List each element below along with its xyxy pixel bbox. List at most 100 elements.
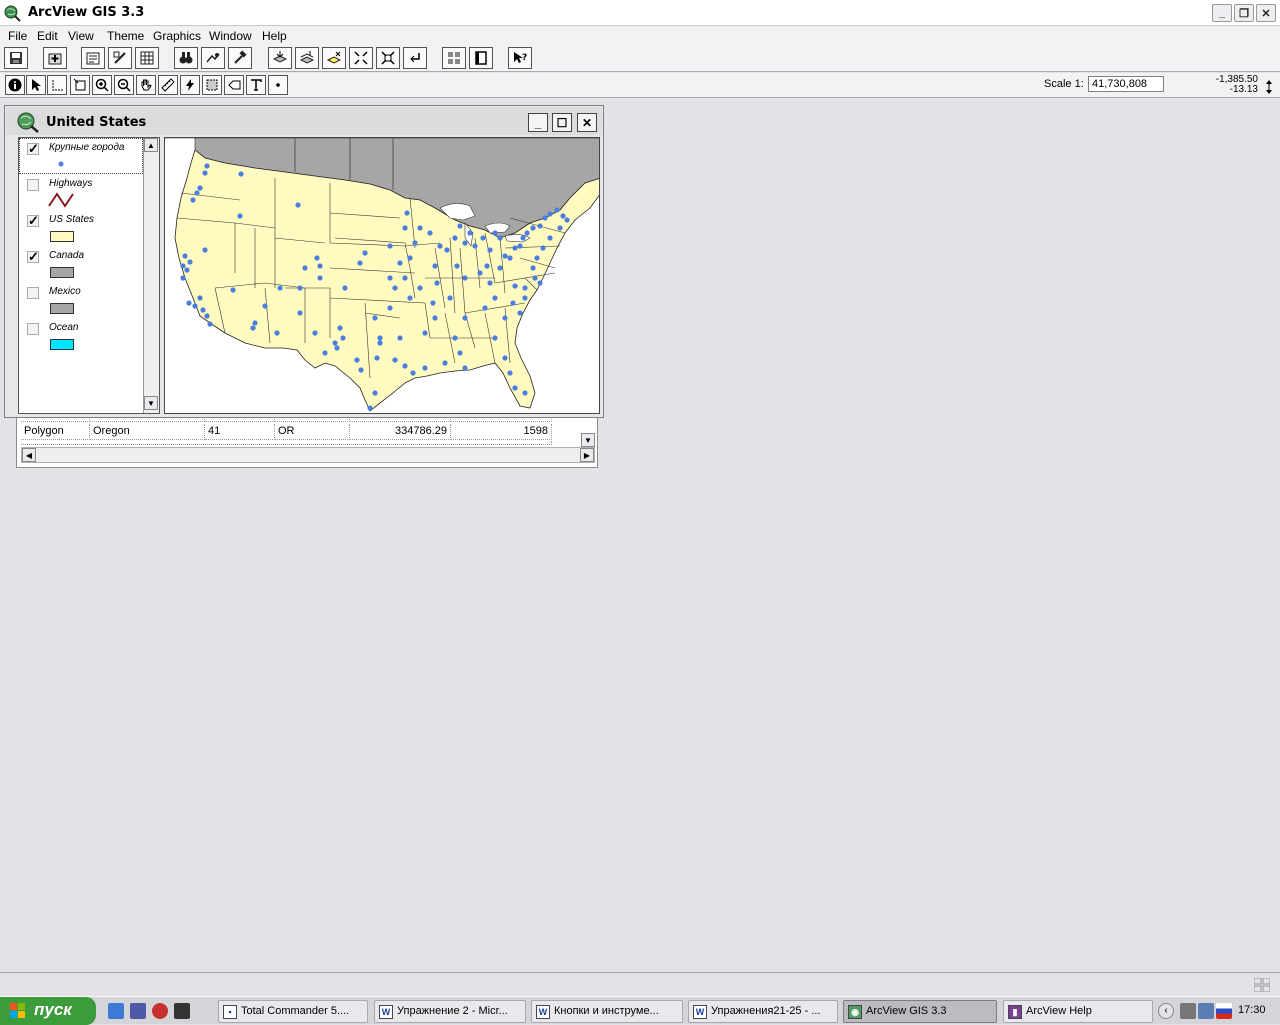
task-total-commander[interactable]: ▪ Total Commander 5....	[218, 1000, 368, 1023]
select-feature-tool[interactable]	[70, 75, 90, 95]
menu-file[interactable]: File	[8, 29, 27, 43]
clear-selection-button[interactable]	[469, 47, 493, 69]
map-display[interactable]	[164, 137, 600, 414]
internet-explorer-icon[interactable]	[108, 1003, 124, 1019]
query-builder-button[interactable]	[228, 47, 252, 69]
task-word-exercise-2[interactable]: W Упражнение 2 - Micr...	[374, 1000, 526, 1023]
view-close-button[interactable]: ✕	[577, 113, 597, 132]
table-horizontal-scrollbar[interactable]: ◀ ▶	[21, 447, 595, 463]
tray-network-icon[interactable]	[1180, 1003, 1196, 1019]
locate-address-button[interactable]	[201, 47, 225, 69]
task-arcview-help[interactable]: ▮ ArcView Help	[1003, 1000, 1153, 1023]
city-point	[507, 370, 513, 376]
identify-tool[interactable]	[5, 75, 25, 95]
app-title-bar[interactable]: ArcView GIS 3.3 _ ❐ ✕	[0, 0, 1280, 26]
zoom-to-full-extent-button[interactable]	[268, 47, 292, 69]
theme-visibility-checkbox[interactable]: ✓	[27, 250, 39, 263]
menu-window[interactable]: Window	[209, 29, 252, 43]
city-point	[334, 345, 340, 351]
status-bar	[0, 972, 1280, 996]
city-point	[510, 300, 516, 306]
tray-expand-icon[interactable]: ‹	[1158, 1003, 1174, 1019]
task-word-buttons[interactable]: W Кнопки и инструме...	[531, 1000, 683, 1023]
scroll-right-button[interactable]: ▶	[580, 448, 594, 462]
theme-visibility-checkbox[interactable]	[27, 287, 39, 299]
task-arcview[interactable]: ◉ ArcView GIS 3.3	[843, 1000, 997, 1023]
text-tool[interactable]	[246, 75, 266, 95]
opera-icon[interactable]	[152, 1003, 168, 1019]
toc-scrollbar[interactable]: ▲ ▼	[143, 138, 159, 413]
save-project-button[interactable]	[4, 47, 28, 69]
zoom-to-themes-button[interactable]	[295, 47, 319, 69]
close-button[interactable]: ✕	[1256, 4, 1276, 22]
minimize-button[interactable]: _	[1212, 4, 1232, 22]
find-button[interactable]	[174, 47, 198, 69]
zoom-in-tool[interactable]	[92, 75, 112, 95]
hot-link-tool[interactable]	[180, 75, 200, 95]
city-point	[520, 235, 526, 241]
zoom-previous-button[interactable]	[403, 47, 427, 69]
city-point	[522, 390, 528, 396]
game-icon[interactable]	[174, 1003, 190, 1019]
area-of-interest-tool[interactable]	[202, 75, 222, 95]
help-button[interactable]: ?	[508, 47, 532, 69]
measure-tool[interactable]	[158, 75, 178, 95]
city-point	[192, 303, 198, 309]
theme-highways[interactable]: Highways	[19, 174, 143, 210]
select-box-icon	[73, 78, 86, 91]
resize-grip-icon[interactable]	[1254, 978, 1270, 992]
zoom-out-tool[interactable]	[114, 75, 134, 95]
open-table-button[interactable]	[135, 47, 159, 69]
add-theme-button[interactable]	[43, 47, 67, 69]
theme-canada[interactable]: ✓ Canada	[19, 246, 143, 282]
label-tool[interactable]	[224, 75, 244, 95]
table-scroll-down-button[interactable]: ▼	[581, 433, 595, 447]
zoom-in-button[interactable]	[349, 47, 373, 69]
floppy-quicklaunch-icon[interactable]	[130, 1003, 146, 1019]
theme-visibility-checkbox[interactable]: ✓	[27, 142, 39, 155]
city-point	[250, 325, 256, 331]
language-flag-icon[interactable]	[1216, 1003, 1232, 1019]
menu-help[interactable]: Help	[262, 29, 287, 43]
view-minimize-button[interactable]: _	[528, 113, 548, 132]
start-button[interactable]: пуск	[0, 997, 96, 1025]
menu-view[interactable]: View	[68, 29, 94, 43]
zoom-to-selected-button[interactable]	[322, 47, 346, 69]
menu-theme[interactable]: Theme	[107, 29, 144, 43]
view-title-bar[interactable]: United States _ ☐ ✕	[6, 107, 602, 135]
theme-us-states[interactable]: ✓ US States	[19, 210, 143, 246]
toc-scroll-up-button[interactable]: ▲	[144, 138, 158, 152]
theme-properties-button[interactable]	[81, 47, 105, 69]
table-cell-state-name: Oregon	[90, 424, 205, 440]
pointer-tool[interactable]	[26, 75, 46, 95]
theme-visibility-checkbox[interactable]: ✓	[27, 214, 39, 227]
city-point	[367, 405, 373, 411]
task-word-exercises[interactable]: W Упражнения21-25 - ...	[688, 1000, 838, 1023]
city-point	[362, 250, 368, 256]
scroll-left-button[interactable]: ◀	[22, 448, 36, 462]
menu-edit[interactable]: Edit	[37, 29, 58, 43]
view-maximize-button[interactable]: ☐	[552, 113, 572, 132]
table-of-contents[interactable]: ✓ Крупные города Highways ✓ US States ✓ …	[18, 137, 160, 414]
vertex-edit-tool[interactable]	[47, 75, 67, 95]
theme-name: Highways	[49, 178, 93, 189]
theme-cities[interactable]: ✓ Крупные города	[19, 138, 143, 174]
pan-tool[interactable]	[136, 75, 156, 95]
scale-input[interactable]	[1088, 76, 1164, 92]
theme-ocean[interactable]: Ocean	[19, 318, 143, 354]
table-row[interactable]	[21, 441, 552, 445]
zoom-out-button[interactable]	[376, 47, 400, 69]
tray-display-icon[interactable]	[1198, 1003, 1214, 1019]
select-features-button[interactable]	[442, 47, 466, 69]
toc-scroll-down-button[interactable]: ▼	[144, 396, 158, 410]
theme-visibility-checkbox[interactable]	[27, 323, 39, 335]
city-point	[412, 240, 418, 246]
theme-mexico[interactable]: Mexico	[19, 282, 143, 318]
theme-visibility-checkbox[interactable]	[27, 179, 39, 191]
draw-point-tool[interactable]	[268, 75, 288, 95]
view-window[interactable]: United States _ ☐ ✕ ✓ Крупные города Hig…	[4, 105, 604, 418]
edit-legend-button[interactable]	[108, 47, 132, 69]
restore-button[interactable]: ❐	[1234, 4, 1254, 22]
table-row[interactable]: Polygon Oregon 41 OR 334786.29 1598	[21, 424, 552, 440]
menu-graphics[interactable]: Graphics	[153, 29, 201, 43]
